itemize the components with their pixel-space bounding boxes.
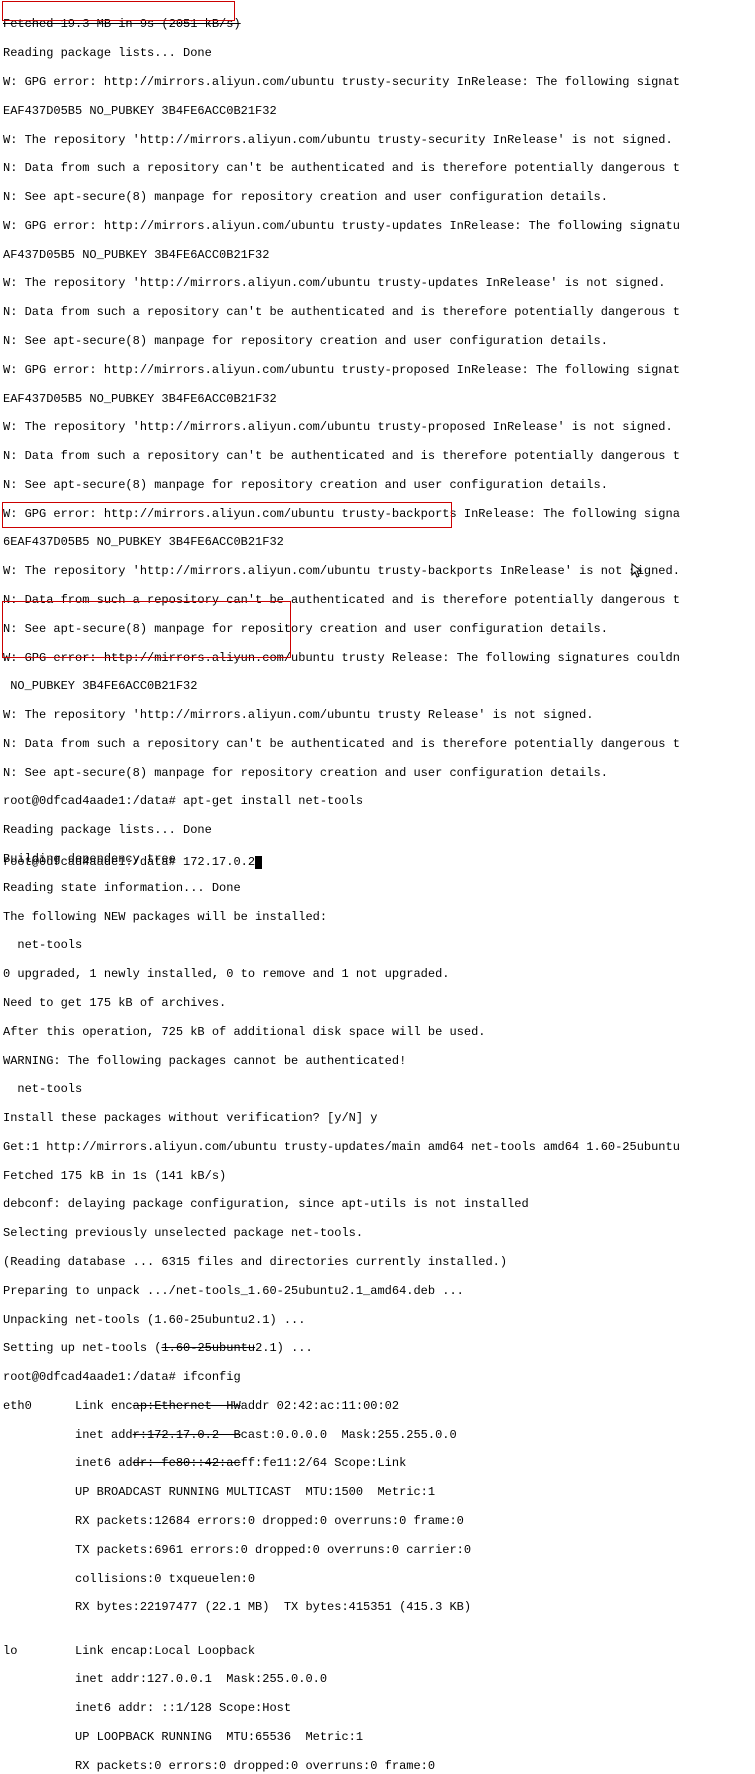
output-line: eth0 Link encap:Ethernet HWaddr 02:42:ac… [3,1399,680,1413]
output-line: inet6 addr: ::1/128 Scope:Host [3,1701,680,1715]
mouse-cursor-icon [631,563,645,585]
output-line: 6EAF437D05B5 NO_PUBKEY 3B4FE6ACC0B21F32 [3,535,680,549]
output-line: Setting up net-tools (1.60-25ubuntu2.1) … [3,1341,680,1355]
output-line: N: See apt-secure(8) manpage for reposit… [3,622,680,636]
output-line: RX bytes:22197477 (22.1 MB) TX bytes:415… [3,1600,680,1614]
output-line: NO_PUBKEY 3B4FE6ACC0B21F32 [3,679,680,693]
output-line: debconf: delaying package configuration,… [3,1197,680,1211]
output-line: WARNING: The following packages cannot b… [3,1054,680,1068]
output-line: Reading package lists... Done [3,823,680,837]
output-line: 0 upgraded, 1 newly installed, 0 to remo… [3,967,680,981]
output-line: W: The repository 'http://mirrors.aliyun… [3,133,680,147]
output-line: N: Data from such a repository can't be … [3,449,680,463]
output-line: W: GPG error: http://mirrors.aliyun.com/… [3,651,680,665]
text-cursor [255,856,262,869]
output-line: Need to get 175 kB of archives. [3,996,680,1010]
output-line: (Reading database ... 6315 files and dir… [3,1255,680,1269]
output-line: N: See apt-secure(8) manpage for reposit… [3,478,680,492]
output-line: AF437D05B5 NO_PUBKEY 3B4FE6ACC0B21F32 [3,248,680,262]
output-line: N: Data from such a repository can't be … [3,737,680,751]
output-line: W: The repository 'http://mirrors.aliyun… [3,276,680,290]
output-line: TX packets:6961 errors:0 dropped:0 overr… [3,1543,680,1557]
output-line: Fetched 175 kB in 1s (141 kB/s) [3,1169,680,1183]
output-line: The following NEW packages will be insta… [3,910,680,924]
output-line: After this operation, 725 kB of addition… [3,1025,680,1039]
output-line: N: Data from such a repository can't be … [3,161,680,175]
output-line: Install these packages without verificat… [3,1111,680,1125]
output-line: EAF437D05B5 NO_PUBKEY 3B4FE6ACC0B21F32 [3,392,680,406]
output-line: inet6 addr: fe80::42:acff:fe11:2/64 Scop… [3,1456,680,1470]
output-line: Fetched 19.3 MB in 9s (2051 kB/s) [3,17,680,31]
output-line: RX packets:0 errors:0 dropped:0 overruns… [3,1759,680,1773]
output-line: W: GPG error: http://mirrors.aliyun.com/… [3,507,680,521]
output-line: RX packets:12684 errors:0 dropped:0 over… [3,1514,680,1528]
output-line: W: GPG error: http://mirrors.aliyun.com/… [3,75,680,89]
output-line: net-tools [3,1082,680,1096]
output-line: net-tools [3,938,680,952]
output-line: N: See apt-secure(8) manpage for reposit… [3,766,680,780]
output-line: UP BROADCAST RUNNING MULTICAST MTU:1500 … [3,1485,680,1499]
output-line: W: GPG error: http://mirrors.aliyun.com/… [3,363,680,377]
output-line: Get:1 http://mirrors.aliyun.com/ubuntu t… [3,1140,680,1154]
output-line: EAF437D05B5 NO_PUBKEY 3B4FE6ACC0B21F32 [3,104,680,118]
output-line: N: Data from such a repository can't be … [3,593,680,607]
output-line: W: The repository 'http://mirrors.aliyun… [3,564,680,578]
terminal-output[interactable]: Fetched 19.3 MB in 9s (2051 kB/s) Readin… [0,0,683,1774]
prompt-text: root@0dfcad4aade1:/data# 172.17.0.2 [3,855,255,869]
output-line: W: The repository 'http://mirrors.aliyun… [3,708,680,722]
output-line: Unpacking net-tools (1.60-25ubuntu2.1) .… [3,1313,680,1327]
output-line: N: Data from such a repository can't be … [3,305,680,319]
output-line: UP LOOPBACK RUNNING MTU:65536 Metric:1 [3,1730,680,1744]
output-line: lo Link encap:Local Loopback [3,1644,680,1658]
output-line: W: GPG error: http://mirrors.aliyun.com/… [3,219,680,233]
output-line: Preparing to unpack .../net-tools_1.60-2… [3,1284,680,1298]
command-prompt[interactable]: root@0dfcad4aade1:/data# 172.17.0.2 [3,855,262,869]
output-line: inet addr:172.17.0.2 Bcast:0.0.0.0 Mask:… [3,1428,680,1442]
output-line: W: The repository 'http://mirrors.aliyun… [3,420,680,434]
output-line: root@0dfcad4aade1:/data# apt-get install… [3,794,680,808]
output-line: N: See apt-secure(8) manpage for reposit… [3,190,680,204]
output-line: collisions:0 txqueuelen:0 [3,1572,680,1586]
output-line: Reading state information... Done [3,881,680,895]
output-line: root@0dfcad4aade1:/data# ifconfig [3,1370,680,1384]
output-line: N: See apt-secure(8) manpage for reposit… [3,334,680,348]
output-line: Selecting previously unselected package … [3,1226,680,1240]
output-line: Reading package lists... Done [3,46,680,60]
output-line: inet addr:127.0.0.1 Mask:255.0.0.0 [3,1672,680,1686]
